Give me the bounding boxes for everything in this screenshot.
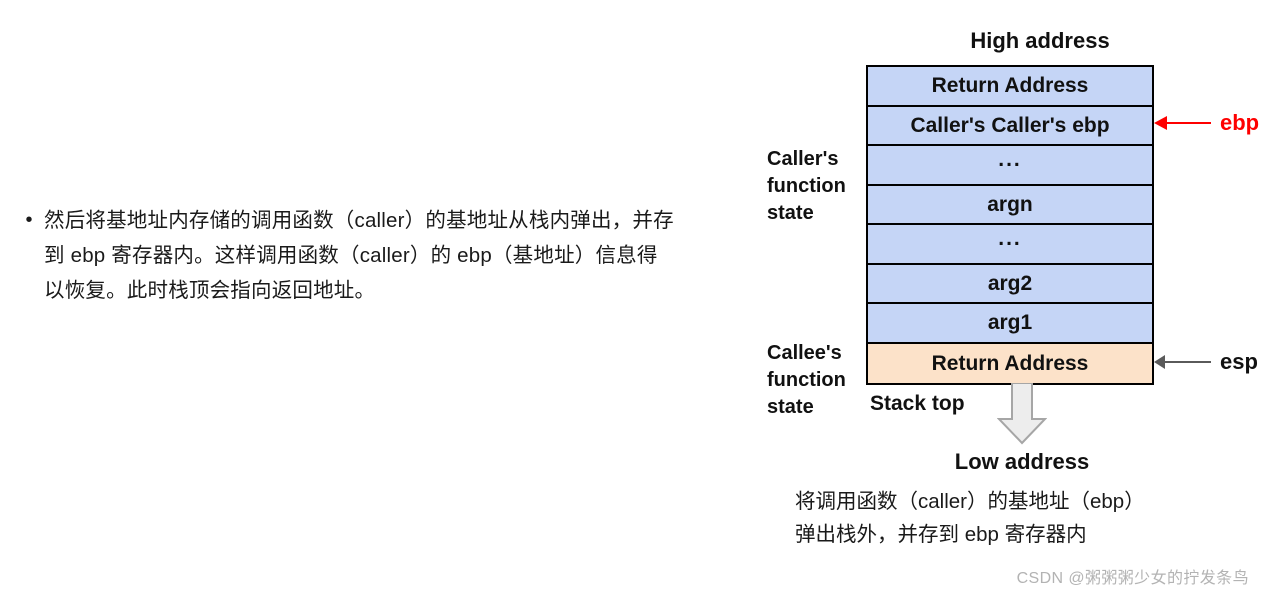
stack-row: Return Address [868, 67, 1152, 107]
esp-pointer-arrow: esp [1154, 351, 1258, 373]
bullet-point-icon: • [25, 209, 33, 231]
stack-row-label: Return Address [931, 351, 1089, 375]
explanation-paragraph: 然后将基地址内存储的调用函数（caller）的基地址从栈内弹出，并存到 ebp … [44, 209, 674, 302]
stack-row-label: arg2 [987, 271, 1033, 295]
low-address-label: Low address [954, 449, 1090, 474]
stack-row: Return Address [868, 343, 1152, 383]
stack-row-label: arg1 [987, 311, 1033, 335]
stack-row-label: argn [987, 192, 1033, 216]
stack-row-label: ... [998, 227, 1022, 251]
diagram-caption: 将调用函数（caller）的基地址（ebp） 弹出栈外，并存到 ebp 寄存器内 [795, 490, 1145, 546]
arrow-shaft [1167, 121, 1211, 125]
stack-row-label: ... [998, 148, 1022, 172]
arrow-left-head-icon [1154, 116, 1167, 130]
stack-top-label: Stack top [870, 392, 965, 415]
explanation-text-block: • 然后将基地址内存储的调用函数（caller）的基地址从栈内弹出，并存到 eb… [14, 203, 674, 308]
stack-row: ... [868, 225, 1152, 265]
arrow-left-head-icon [1154, 355, 1165, 369]
bullet-list-item: • 然后将基地址内存储的调用函数（caller）的基地址从栈内弹出，并存到 eb… [14, 203, 674, 308]
stack-row: argn [868, 185, 1152, 225]
stack-row-label: Caller's Caller's ebp [910, 113, 1110, 137]
high-address-label: High address [970, 28, 1110, 53]
stack-row: Caller's Caller's ebp [868, 106, 1152, 146]
ebp-pointer-arrow: ebp [1154, 112, 1259, 134]
stack-growth-down-arrow-icon [997, 383, 1047, 445]
stack-row-label: Return Address [931, 74, 1089, 98]
stack-row: ... [868, 146, 1152, 186]
stack-frame-diagram: High address Caller's function state Cal… [760, 24, 1263, 474]
stack-table: Return Address Caller's Caller's ebp... ar… [866, 65, 1154, 385]
esp-pointer-label: esp [1220, 349, 1258, 374]
stack-row: arg2 [868, 264, 1152, 304]
stack-row: arg1 [868, 304, 1152, 344]
arrow-shaft [1165, 360, 1211, 364]
caller-function-state-label: Caller's function state [767, 148, 846, 224]
ebp-pointer-label: ebp [1220, 110, 1260, 135]
csdn-watermark: CSDN @粥粥粥少女的拧发条鸟 [1016, 570, 1249, 587]
callee-function-state-label: Callee's function state [767, 342, 846, 418]
